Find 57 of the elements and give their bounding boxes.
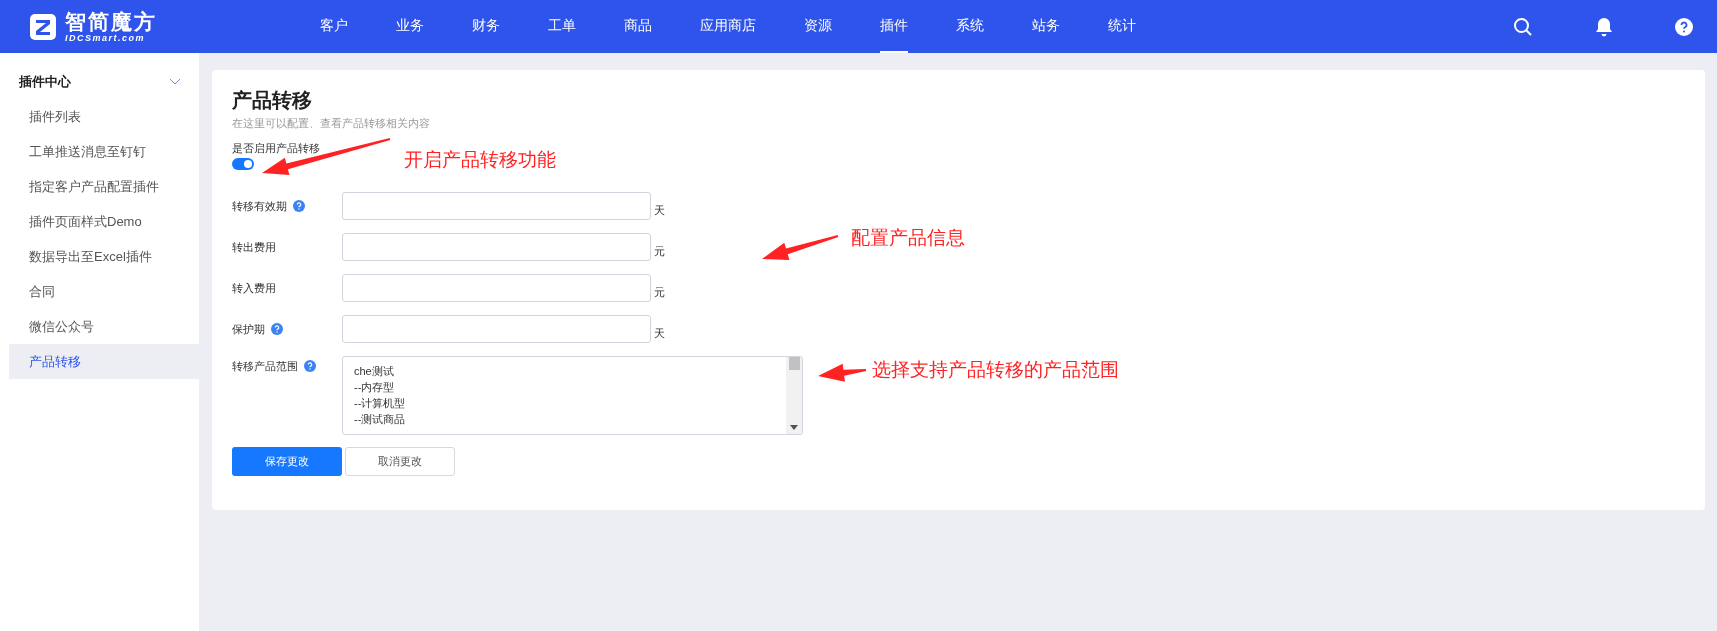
list-option[interactable]: --测试商品	[354, 411, 786, 427]
scroll-down-icon[interactable]	[790, 425, 798, 430]
scrollbar-thumb[interactable]	[788, 357, 800, 370]
logo-domain: IDCSmart.com	[65, 33, 146, 43]
annotation-text: 选择支持产品转移的产品范围	[872, 358, 1119, 382]
nav-tab[interactable]: 业务	[396, 0, 424, 53]
field-label: 保护期	[232, 322, 265, 337]
nav-tab[interactable]: 系统	[956, 0, 984, 53]
input-field[interactable]	[342, 315, 651, 343]
nav-tab[interactable]: 客户	[320, 0, 348, 53]
nav-tab[interactable]: 统计	[1108, 0, 1136, 53]
input-field[interactable]	[342, 274, 651, 302]
nav-tab[interactable]: 插件	[880, 0, 908, 53]
sidebar-item[interactable]: 插件页面样式Demo	[9, 204, 199, 239]
annotation-arrow	[818, 363, 867, 382]
field-label: 转入费用	[232, 281, 276, 296]
help-icon[interactable]	[1675, 17, 1693, 36]
list-option[interactable]: --计算机型	[354, 395, 786, 411]
sidebar-item[interactable]: 指定客户产品配置插件	[9, 169, 199, 204]
nav-tab[interactable]: 资源	[804, 0, 832, 53]
sidebar-item[interactable]: 合同	[9, 274, 199, 309]
scrollbar[interactable]	[786, 357, 802, 434]
list-option[interactable]: --内存型	[354, 379, 786, 395]
page-subtitle: 在这里可以配置、查看产品转移相关内容	[232, 116, 431, 131]
nav-tab[interactable]: 应用商店	[700, 0, 756, 53]
list-option[interactable]: che测试	[354, 363, 786, 379]
nav-tab[interactable]: 站务	[1032, 0, 1060, 53]
field-label: 转移产品范围	[232, 359, 298, 374]
bell-icon[interactable]	[1595, 16, 1613, 37]
toggle-label: 是否启用产品转移	[232, 140, 320, 156]
field-label: 转移有效期	[232, 199, 287, 214]
nav-tab[interactable]: 工单	[548, 0, 576, 53]
sidebar-item[interactable]: 数据导出至Excel插件	[9, 239, 199, 274]
sidebar-item[interactable]: 产品转移	[9, 344, 199, 379]
save-button[interactable]: 保存更改	[232, 447, 342, 476]
unit-label: 元	[654, 285, 665, 300]
nav-tab[interactable]: 商品	[624, 0, 652, 53]
logo-name: 智简魔方	[65, 10, 157, 32]
annotation-text: 配置产品信息	[851, 226, 965, 250]
sidebar-item[interactable]: 工单推送消息至钉钉	[9, 134, 199, 169]
input-field[interactable]	[342, 233, 651, 261]
input-field[interactable]	[342, 192, 651, 220]
annotation-text: 开启产品转移功能	[404, 148, 556, 172]
unit-label: 元	[654, 244, 665, 259]
sidebar-item[interactable]: 插件列表	[9, 99, 199, 134]
page-title: 产品转移	[232, 88, 313, 113]
logo-icon	[29, 12, 57, 41]
sidebar-item[interactable]: 微信公众号	[9, 309, 199, 344]
cancel-button[interactable]: 取消更改	[345, 447, 455, 476]
product-list-box[interactable]: che测试 --内存型 --计算机型 --测试商品	[342, 356, 803, 435]
search-icon[interactable]	[1513, 16, 1533, 37]
toggle-switch[interactable]	[232, 158, 254, 170]
unit-label: 天	[654, 326, 665, 341]
unit-label: 天	[654, 203, 665, 218]
nav-tab[interactable]: 财务	[472, 0, 500, 53]
field-label: 转出费用	[232, 240, 276, 255]
sidebar-group[interactable]: 插件中心	[9, 65, 199, 99]
